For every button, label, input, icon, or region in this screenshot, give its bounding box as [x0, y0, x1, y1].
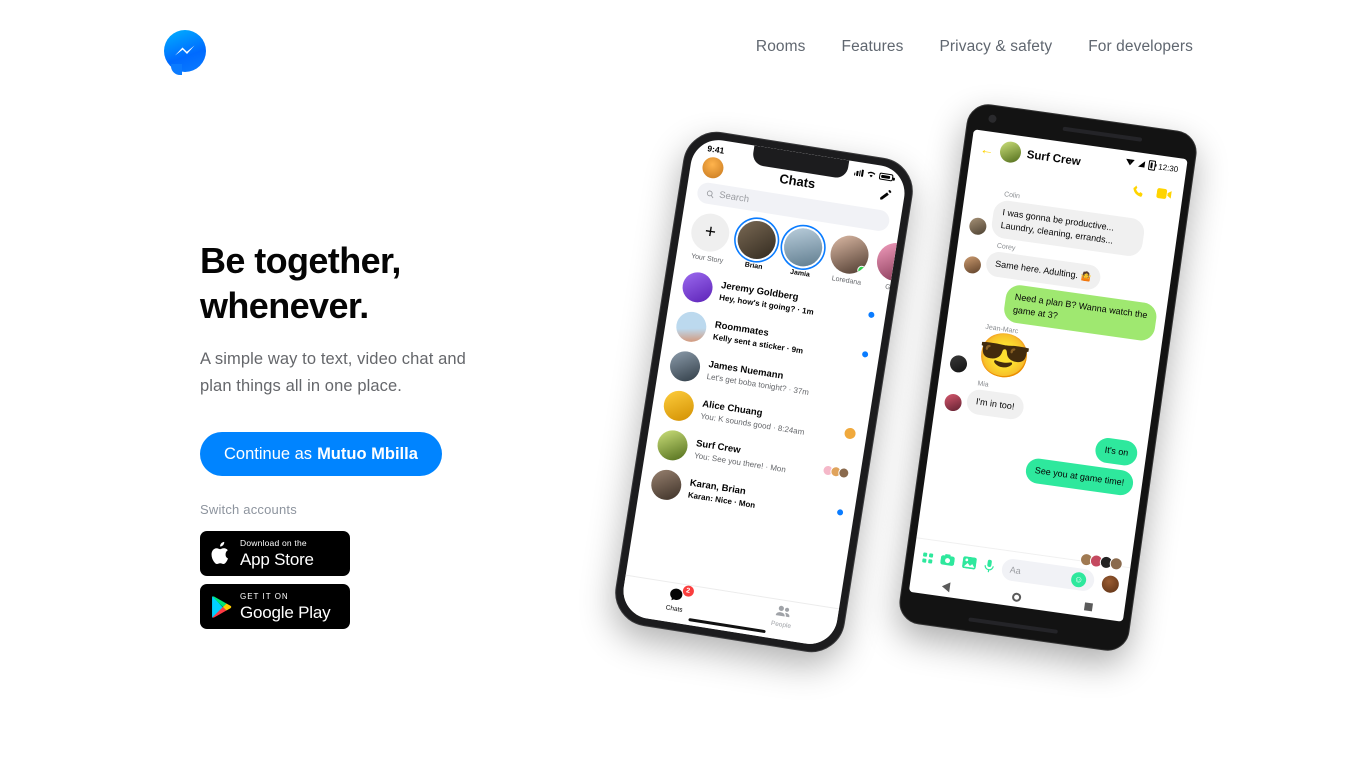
avatar	[649, 467, 684, 503]
app-store-big-label: App Store	[240, 549, 314, 569]
thread-avatar[interactable]	[998, 140, 1023, 164]
back-triangle-icon[interactable]	[941, 581, 951, 593]
cta-user-name: Mutuo Mbilla	[317, 444, 418, 463]
cta-prefix-label: Continue as	[224, 444, 313, 463]
gallery-icon[interactable]	[961, 556, 977, 572]
smiley-icon[interactable]: ☺	[1070, 570, 1088, 588]
tab-people[interactable]: People	[770, 603, 794, 630]
nav-item-features[interactable]: Features	[842, 38, 904, 56]
message-bubble[interactable]: It's on	[1094, 436, 1139, 468]
nav-item-rooms[interactable]: Rooms	[756, 38, 806, 56]
avatar	[943, 392, 963, 413]
chat-list: Jeremy Goldberg Hey, how's it going? · 1…	[637, 262, 888, 535]
iphone-screen: 9:41 Chats Search + Your Story Brian Jam…	[619, 136, 909, 648]
add-story-icon: +	[688, 210, 733, 255]
search-placeholder: Search	[718, 189, 750, 206]
avatar	[948, 354, 969, 374]
recents-square-icon[interactable]	[1084, 602, 1094, 612]
switch-accounts-link[interactable]: Switch accounts	[200, 502, 530, 517]
story-item-gord[interactable]: Gord	[872, 240, 899, 295]
headline-line-2: whenever.	[200, 285, 369, 326]
apps-grid-icon[interactable]	[922, 552, 934, 564]
google-play-icon	[212, 595, 232, 618]
story-item-jamia[interactable]: Jamia	[780, 225, 827, 281]
thread-title: Surf Crew	[1026, 148, 1082, 168]
search-icon	[706, 190, 714, 198]
android-screen: 12:30 ← Surf Crew Colin I was gonna be p…	[908, 129, 1188, 622]
google-play-big-label: Google Play	[240, 602, 331, 622]
story-avatar	[781, 225, 825, 270]
page-title: Be together, whenever.	[200, 238, 530, 328]
apple-icon	[211, 541, 228, 565]
ios-tab-bar: Chats 2 People	[619, 574, 840, 648]
store-badges: Download on the App Store GET IT ON Goog…	[200, 531, 530, 629]
football-icon[interactable]	[1100, 574, 1121, 594]
people-icon	[772, 603, 794, 621]
home-indicator	[688, 618, 766, 634]
hero-content: Be together, whenever. A simple way to t…	[200, 238, 530, 629]
google-play-small-label: GET IT ON	[240, 591, 289, 601]
unread-dot	[867, 311, 875, 319]
phone-icon[interactable]	[1131, 184, 1146, 201]
sticker-emoji[interactable]: 😎	[974, 329, 1034, 384]
battery-icon	[878, 171, 894, 182]
story-item-brian[interactable]: Brian	[733, 218, 780, 273]
avatar	[968, 216, 988, 236]
google-play-badge[interactable]: GET IT ON Google Play	[200, 584, 350, 629]
hero-subhead: A simple way to text, video chat and pla…	[200, 350, 466, 395]
nav-item-for-developers[interactable]: For developers	[1088, 38, 1193, 56]
avatar	[655, 428, 690, 463]
earpiece-speaker	[1062, 126, 1143, 142]
messenger-bolt-icon	[175, 45, 195, 56]
site-header: Rooms Features Privacy & safety For deve…	[0, 0, 1349, 102]
avatar	[680, 270, 715, 305]
message-input-placeholder: Aa	[1009, 564, 1022, 577]
avatar	[667, 349, 703, 384]
seen-avatar	[843, 426, 857, 440]
unread-dot	[861, 350, 869, 358]
iphone-device: 9:41 Chats Search + Your Story Brian Jam…	[610, 126, 918, 658]
cellular-signal-icon	[853, 168, 865, 177]
unread-dot	[836, 508, 844, 516]
app-store-small-label: Download on the	[240, 538, 307, 549]
android-device: 12:30 ← Surf Crew Colin I was gonna be p…	[896, 101, 1200, 654]
microphone-icon[interactable]	[983, 559, 995, 575]
app-store-badge[interactable]: Download on the App Store	[200, 531, 350, 576]
compose-icon[interactable]	[878, 188, 893, 203]
story-item-your-story[interactable]: + Your Story	[687, 210, 734, 266]
video-camera-icon[interactable]	[1155, 187, 1172, 204]
seen-avatars	[821, 463, 851, 479]
wifi-icon	[867, 171, 876, 178]
bottom-speaker	[968, 617, 1058, 634]
message-bubble[interactable]: I'm in too!	[965, 388, 1025, 421]
device-showcase: 9:41 Chats Search + Your Story Brian Jam…	[610, 101, 1260, 710]
avatar	[962, 255, 983, 275]
landing-page: Rooms Features Privacy & safety For deve…	[0, 0, 1349, 767]
front-camera-icon	[987, 114, 997, 124]
avatar	[674, 309, 709, 344]
home-circle-icon[interactable]	[1012, 591, 1023, 602]
continue-as-button[interactable]: Continue as Mutuo Mbilla	[200, 432, 442, 476]
unread-badge: 2	[681, 584, 695, 597]
story-avatar	[827, 232, 872, 277]
tab-label: People	[770, 619, 792, 631]
story-avatar	[734, 218, 779, 262]
headline-line-1: Be together,	[200, 240, 401, 281]
story-avatar	[874, 240, 899, 284]
avatar	[661, 388, 696, 424]
tab-label: Chats	[665, 603, 684, 614]
back-arrow-icon[interactable]: ←	[979, 140, 995, 158]
nav-item-privacy-safety[interactable]: Privacy & safety	[939, 38, 1052, 56]
online-status-dot	[856, 265, 867, 276]
main-nav: Rooms Features Privacy & safety For deve…	[756, 38, 1193, 56]
tab-chats[interactable]: Chats 2	[665, 584, 695, 614]
story-item-loredana[interactable]: Loredana	[826, 232, 873, 288]
message-thread: Colin I was gonna be productive... Laund…	[916, 180, 1180, 568]
messenger-logo[interactable]	[164, 30, 206, 75]
camera-icon[interactable]	[940, 553, 956, 569]
